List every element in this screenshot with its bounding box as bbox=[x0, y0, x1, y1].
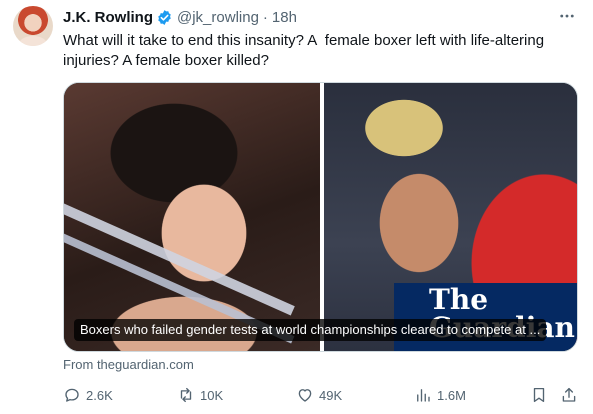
tweet-header: J.K. Rowling @jk_rowling · 18h bbox=[63, 7, 297, 27]
card-image-left bbox=[64, 83, 320, 351]
tweet-time[interactable]: 18h bbox=[272, 9, 297, 26]
share-button[interactable] bbox=[560, 385, 578, 405]
tweet-text: What will it take to end this insanity? … bbox=[63, 32, 549, 69]
like-icon bbox=[298, 389, 312, 402]
avatar[interactable] bbox=[13, 6, 53, 46]
views-count: 1.6M bbox=[437, 387, 466, 403]
action-bar: 2.6K 10K 49K 1.6M bbox=[63, 385, 578, 405]
repost-button[interactable]: 10K bbox=[177, 385, 223, 405]
card-source[interactable]: From theguardian.com bbox=[63, 356, 194, 374]
author-name[interactable]: J.K. Rowling bbox=[63, 9, 153, 26]
views-icon bbox=[417, 389, 430, 402]
reply-count: 2.6K bbox=[86, 387, 113, 403]
like-count: 49K bbox=[319, 387, 343, 403]
verified-icon bbox=[158, 9, 171, 25]
separator-dot: · bbox=[262, 8, 268, 26]
more-icon[interactable] bbox=[558, 7, 576, 25]
link-card[interactable]: The Guardian Boxers who failed gender te… bbox=[63, 82, 578, 352]
repost-count: 10K bbox=[200, 387, 224, 403]
reply-button[interactable]: 2.6K bbox=[63, 385, 113, 405]
repost-icon bbox=[180, 387, 192, 403]
bookmark-button[interactable] bbox=[530, 385, 548, 405]
share-icon bbox=[562, 387, 576, 402]
card-caption[interactable]: Boxers who failed gender tests at world … bbox=[74, 319, 547, 341]
bookmark-icon bbox=[533, 387, 545, 403]
views-button[interactable]: 1.6M bbox=[414, 385, 466, 405]
like-button[interactable]: 49K bbox=[296, 385, 342, 405]
reply-icon bbox=[65, 388, 79, 402]
author-handle[interactable]: @jk_rowling bbox=[177, 9, 259, 26]
